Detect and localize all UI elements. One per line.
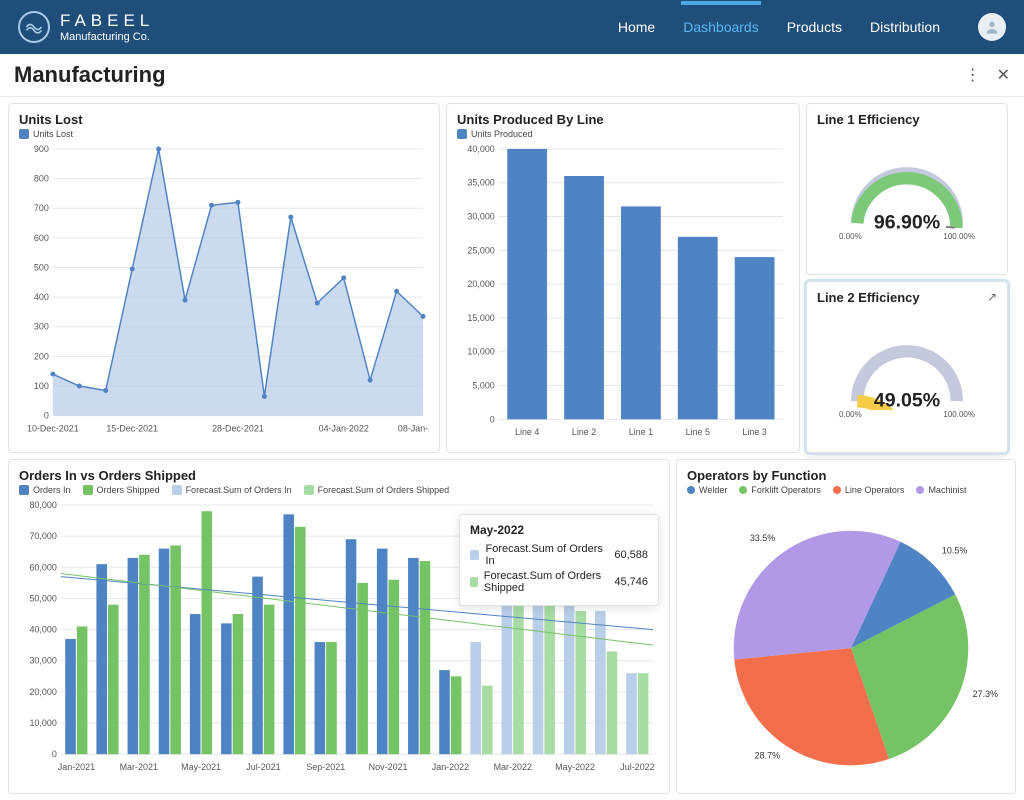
card-title: Operators by Function [687, 468, 1005, 483]
topbar: FABEEL Manufacturing Co. Home Dashboards… [0, 0, 1024, 54]
svg-text:600: 600 [34, 233, 49, 243]
svg-text:5,000: 5,000 [472, 381, 494, 391]
legend: Orders InOrders ShippedForecast.Sum of O… [19, 485, 659, 495]
svg-text:Mar-2021: Mar-2021 [120, 762, 158, 772]
svg-text:10-Dec-2021: 10-Dec-2021 [27, 424, 79, 434]
card-operators[interactable]: Operators by Function WelderForklift Ope… [676, 459, 1016, 794]
svg-text:Line 4: Line 4 [515, 427, 539, 437]
page-header: Manufacturing ⋮ ✕ [0, 54, 1024, 97]
svg-text:70,000: 70,000 [29, 531, 56, 541]
nav-products[interactable]: Products [787, 19, 842, 35]
brand-name: FABEEL [60, 12, 154, 29]
svg-text:0: 0 [490, 414, 495, 424]
operators-pie-chart[interactable]: 10.5% 27.3% 28.7% 33.5% [687, 499, 1005, 777]
legend: WelderForklift OperatorsLine OperatorsMa… [687, 485, 1005, 495]
svg-text:Line 2: Line 2 [572, 427, 596, 437]
svg-text:May-2021: May-2021 [181, 762, 221, 772]
svg-text:60,000: 60,000 [29, 562, 56, 572]
more-icon[interactable]: ⋮ [965, 65, 981, 85]
svg-text:200: 200 [34, 351, 49, 361]
svg-text:800: 800 [34, 174, 49, 184]
nav: Home Dashboards Products Distribution [618, 13, 1006, 41]
nav-home[interactable]: Home [618, 19, 655, 35]
card-units-lost[interactable]: Units Lost Units Lost 0 100 200 300 400 500 60… [8, 103, 440, 453]
svg-text:Line 3: Line 3 [742, 427, 766, 437]
svg-text:20,000: 20,000 [467, 279, 494, 289]
svg-text:30,000: 30,000 [29, 656, 56, 666]
legend: Units Produced [457, 129, 789, 139]
svg-text:27.3%: 27.3% [973, 689, 998, 699]
card-title: Units Lost [19, 112, 429, 127]
page-title: Manufacturing [14, 62, 166, 88]
svg-text:Nov-2021: Nov-2021 [369, 762, 408, 772]
logo-icon [18, 11, 50, 43]
svg-text:Sep-2021: Sep-2021 [306, 762, 345, 772]
svg-text:25,000: 25,000 [467, 245, 494, 255]
svg-text:300: 300 [34, 322, 49, 332]
svg-text:35,000: 35,000 [467, 178, 494, 188]
card-orders[interactable]: Orders In vs Orders Shipped Orders InOrd… [8, 459, 670, 794]
line1-gauge[interactable]: 96.90% [827, 152, 987, 232]
svg-text:Jan-2022: Jan-2022 [432, 762, 469, 772]
svg-text:Line 1: Line 1 [629, 427, 653, 437]
svg-text:28-Dec-2021: 28-Dec-2021 [212, 424, 264, 434]
svg-text:10.5%: 10.5% [942, 546, 967, 556]
svg-text:80,000: 80,000 [29, 500, 56, 510]
svg-text:49.05%: 49.05% [874, 389, 940, 410]
svg-text:96.90%: 96.90% [874, 211, 940, 232]
card-title: Units Produced By Line [457, 112, 789, 127]
svg-text:15,000: 15,000 [467, 313, 494, 323]
svg-text:400: 400 [34, 292, 49, 302]
svg-text:08-Jan-2022: 08-Jan-2022 [398, 424, 429, 434]
svg-text:100: 100 [34, 381, 49, 391]
svg-text:900: 900 [34, 144, 49, 154]
svg-text:40,000: 40,000 [29, 625, 56, 635]
card-units-by-line[interactable]: Units Produced By Line Units Produced 0 5… [446, 103, 800, 453]
svg-text:700: 700 [34, 203, 49, 213]
units-lost-chart[interactable]: 0 100 200 300 400 500 600 700 800 900 10-Dec-2021 1… [19, 143, 429, 442]
gauge-max: 100.00% [943, 410, 975, 419]
svg-text:Jul-2021: Jul-2021 [246, 762, 280, 772]
svg-text:Jan-2021: Jan-2021 [58, 762, 95, 772]
tooltip-title: May-2022 [470, 523, 648, 537]
nav-dashboards[interactable]: Dashboards [683, 19, 759, 35]
line2-gauge[interactable]: 49.05% [827, 330, 987, 410]
card-title: Line 1 Efficiency [817, 112, 997, 127]
svg-text:15-Dec-2021: 15-Dec-2021 [106, 424, 158, 434]
svg-text:10,000: 10,000 [29, 718, 56, 728]
svg-text:30,000: 30,000 [467, 212, 494, 222]
chart-tooltip: May-2022 Forecast.Sum of Orders In60,588… [459, 514, 659, 606]
svg-text:0: 0 [52, 749, 57, 759]
svg-text:Line 5: Line 5 [686, 427, 710, 437]
units-by-line-chart[interactable]: 0 5,000 10,000 15,000 20,000 25,000 30,000 35,0… [457, 143, 789, 441]
svg-text:20,000: 20,000 [29, 687, 56, 697]
svg-text:May-2022: May-2022 [555, 762, 595, 772]
expand-icon[interactable]: ↗ [987, 290, 997, 304]
card-line2-efficiency[interactable]: ↗ Line 2 Efficiency 49.05% 0.00% 100.00% [806, 281, 1008, 453]
gauge-min: 0.00% [839, 410, 862, 419]
legend: Units Lost [19, 129, 429, 139]
gauge-min: 0.00% [839, 232, 862, 241]
avatar[interactable] [978, 13, 1006, 41]
card-title: Line 2 Efficiency [817, 290, 997, 305]
svg-text:500: 500 [34, 262, 49, 272]
nav-distribution[interactable]: Distribution [870, 19, 940, 35]
svg-text:28.7%: 28.7% [755, 750, 780, 760]
gauge-max: 100.00% [943, 232, 975, 241]
svg-text:10,000: 10,000 [467, 347, 494, 357]
close-icon[interactable]: ✕ [997, 65, 1010, 85]
brand-sub: Manufacturing Co. [60, 32, 154, 43]
svg-text:50,000: 50,000 [29, 593, 56, 603]
svg-text:Jul-2022: Jul-2022 [620, 762, 654, 772]
card-line1-efficiency[interactable]: Line 1 Efficiency 96.90% 0.00% 100.00% [806, 103, 1008, 275]
svg-text:40,000: 40,000 [467, 144, 494, 154]
svg-text:0: 0 [44, 411, 49, 421]
dashboard-content: Units Lost Units Lost 0 100 200 300 400 500 60… [0, 97, 1024, 800]
brand: FABEEL Manufacturing Co. [18, 11, 154, 43]
svg-text:Mar-2022: Mar-2022 [494, 762, 532, 772]
card-title: Orders In vs Orders Shipped [19, 468, 659, 483]
svg-text:04-Jan-2022: 04-Jan-2022 [319, 424, 369, 434]
svg-text:33.5%: 33.5% [750, 533, 775, 543]
